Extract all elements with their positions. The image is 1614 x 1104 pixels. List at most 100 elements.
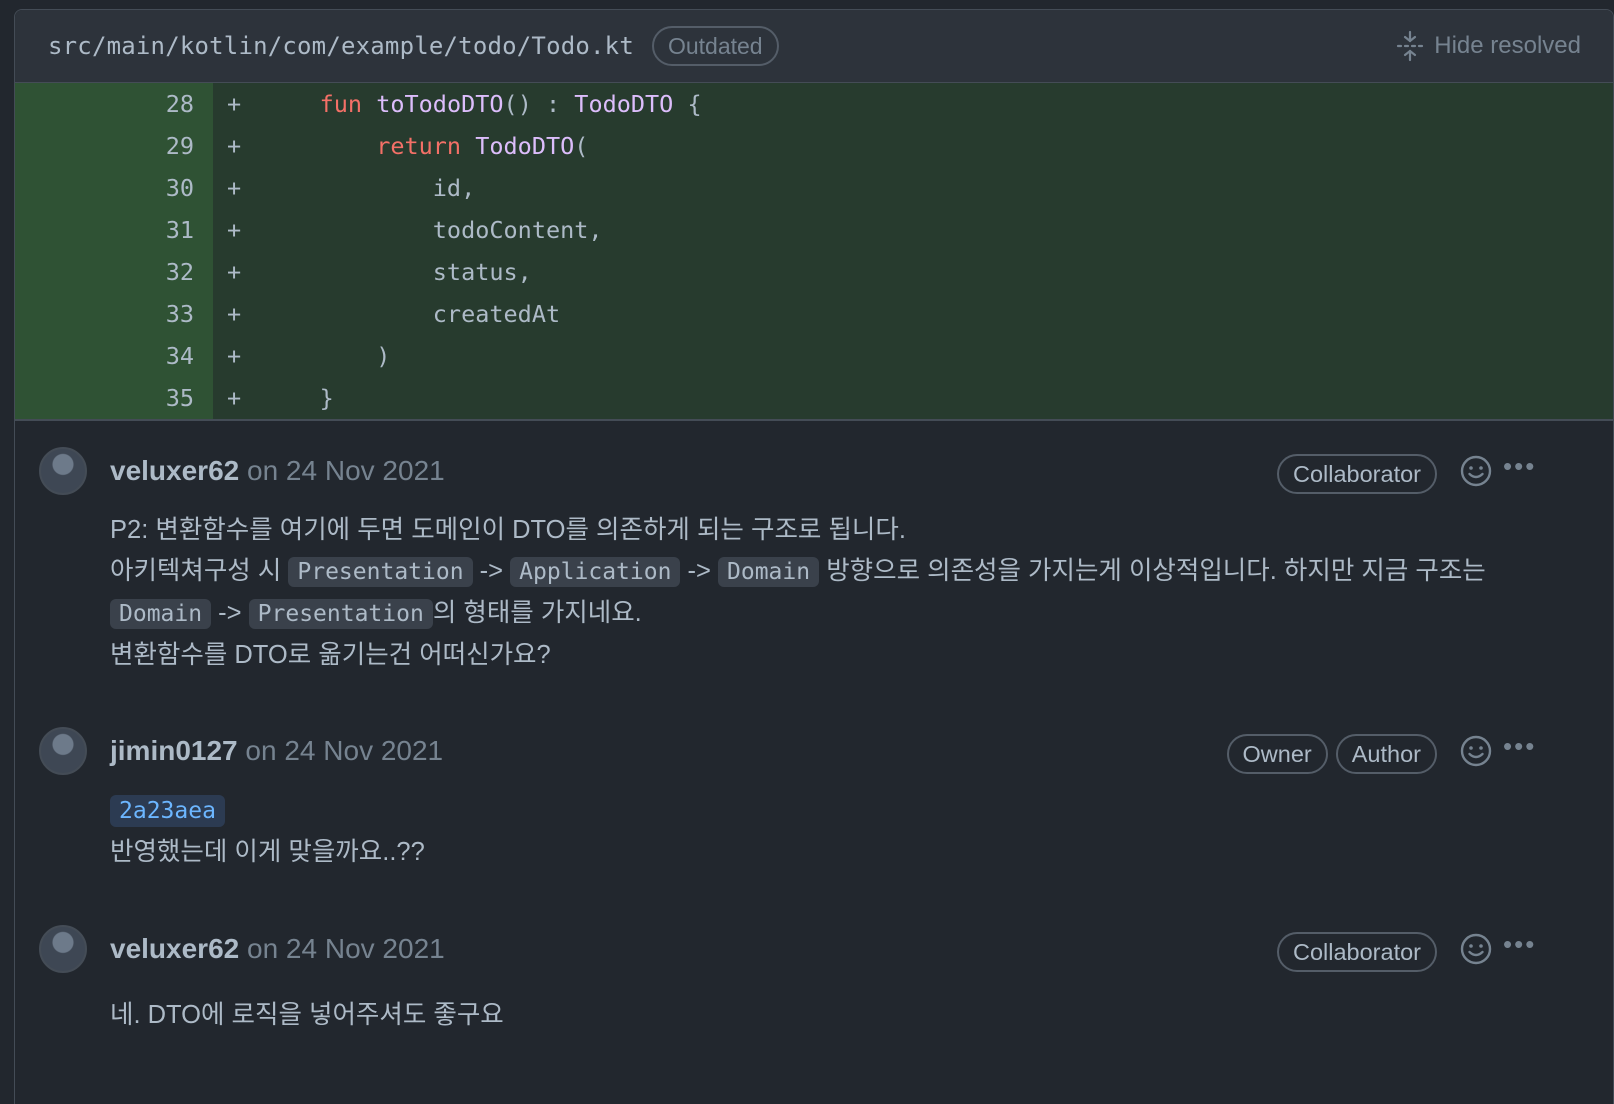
arrow-text: -> [472, 557, 511, 585]
diff-sign: + [227, 300, 242, 328]
comment-date[interactable]: on 24 Nov 2021 [247, 455, 445, 486]
diff-sign: + [227, 90, 242, 118]
comment-line: 아키텍쳐구성 시 Presentation -> Application -> … [110, 551, 1486, 593]
review-thread-panel: src/main/kotlin/com/example/todo/Todo.kt… [14, 9, 1614, 1104]
diff-hunk: 28 + fun toTodoDTO() : TodoDTO { 29 + re… [15, 83, 1613, 419]
code-line: ) [263, 342, 390, 370]
diff-line: 28 + fun toTodoDTO() : TodoDTO { [15, 83, 1613, 125]
code-text: createdAt [432, 300, 561, 328]
code-line: createdAt [263, 300, 560, 328]
comment-line: 반영했는데 이게 맞을까요..?? [110, 838, 425, 866]
comment-body: 2a23aea 반영했는데 이게 맞을까요..?? [110, 790, 425, 873]
diff-sign: + [227, 258, 242, 286]
comment-date[interactable]: on 24 Nov 2021 [245, 735, 443, 766]
collaborator-badge: Collaborator [1276, 454, 1437, 494]
comment-author[interactable]: jimin0127 [110, 735, 238, 766]
line-number[interactable]: 33 [15, 293, 213, 335]
owner-badge: Owner [1226, 734, 1328, 774]
code-text: } [319, 384, 334, 412]
inline-code: Application [510, 557, 681, 587]
code-text: { [673, 90, 702, 118]
line-number[interactable]: 32 [15, 251, 213, 293]
comment-line: P2: 변환함수를 여기에 두면 도메인이 DTO를 의존하게 되는 구조로 됩… [110, 516, 906, 544]
code-function: toTodoDTO [376, 90, 504, 118]
arrow-text: -> [680, 557, 719, 585]
comment-line: Domain -> Presentation 의 형태를 가지네요. [110, 593, 1486, 635]
line-number[interactable]: 34 [15, 335, 213, 377]
code-line: status, [263, 258, 532, 286]
comment-text: 의 형태를 가지네요. [432, 599, 642, 627]
badge-group: Collaborator [1276, 454, 1437, 494]
kebab-horizontal-icon[interactable]: ••• [1503, 733, 1539, 765]
badge-group: Collaborator [1276, 932, 1437, 972]
kebab-horizontal-icon[interactable]: ••• [1503, 931, 1539, 963]
code-text: id, [432, 174, 476, 202]
diff-line: 33 + createdAt [15, 293, 1613, 335]
comment-text: 방향으로 의존성을 가지는게 이상적입니다. 하지만 지금 구조는 [819, 557, 1486, 585]
unfold-icon [1397, 30, 1424, 62]
code-text: ) [376, 342, 391, 370]
avatar[interactable] [39, 925, 87, 973]
code-line: return TodoDTO( [263, 132, 588, 160]
inline-code: Domain [718, 557, 820, 587]
diff-line: 34 + ) [15, 335, 1613, 377]
diff-line: 35 + } [15, 377, 1613, 419]
arrow-text: -> [211, 599, 249, 627]
code-line: fun toTodoDTO() : TodoDTO { [263, 90, 702, 118]
author-badge: Author [1335, 734, 1437, 774]
smiley-icon[interactable] [1459, 454, 1493, 488]
hide-resolved-button[interactable]: Hide resolved [1396, 30, 1581, 62]
comment-date[interactable]: on 24 Nov 2021 [247, 933, 445, 964]
line-number[interactable]: 29 [15, 125, 213, 167]
badge-group: Owner Author [1226, 734, 1437, 774]
avatar[interactable] [39, 727, 87, 775]
code-type: TodoDTO [574, 90, 674, 118]
diff-line: 31 + todoContent, [15, 209, 1613, 251]
comment-line: 변환함수를 DTO로 옮기는건 어떠신가요? [110, 641, 551, 669]
diff-sign: + [227, 384, 242, 412]
code-text: todoContent, [432, 216, 603, 244]
comment-author[interactable]: veluxer62 [110, 455, 239, 486]
code-keyword: fun [319, 90, 363, 118]
diff-line: 32 + status, [15, 251, 1613, 293]
code-line: } [263, 384, 334, 412]
comment-body: 네. DTO에 로직을 넣어주셔도 좋구요 [110, 995, 504, 1036]
line-number[interactable]: 28 [15, 83, 213, 125]
code-text: ( [574, 132, 589, 160]
code-text: status, [432, 258, 532, 286]
code-function: TodoDTO [475, 132, 575, 160]
comment-header: veluxer62 on 24 Nov 2021 [110, 933, 445, 965]
collaborator-badge: Collaborator [1276, 932, 1437, 972]
comment-text: 아키텍쳐구성 시 [110, 557, 289, 585]
diff-sign: + [227, 342, 242, 370]
file-header: src/main/kotlin/com/example/todo/Todo.kt… [15, 10, 1613, 83]
line-number[interactable]: 30 [15, 167, 213, 209]
inline-code: Presentation [248, 599, 433, 629]
outdated-badge: Outdated [651, 26, 779, 66]
kebab-horizontal-icon[interactable]: ••• [1503, 453, 1539, 485]
inline-code: Domain [110, 599, 212, 629]
code-keyword: return [376, 132, 462, 160]
comment-body: P2: 변환함수를 여기에 두면 도메인이 DTO를 의존하게 되는 구조로 됩… [110, 510, 1486, 676]
diff-sign: + [227, 216, 242, 244]
diff-sign: + [227, 174, 242, 202]
comment-line: 네. DTO에 로직을 넣어주셔도 좋구요 [110, 1001, 504, 1029]
comment-header: jimin0127 on 24 Nov 2021 [110, 735, 443, 767]
code-text: () : [503, 90, 575, 118]
hide-resolved-label: Hide resolved [1434, 32, 1581, 59]
line-number[interactable]: 31 [15, 209, 213, 251]
avatar[interactable] [39, 447, 87, 495]
comment-line: 2a23aea [110, 790, 425, 832]
line-number[interactable]: 35 [15, 377, 213, 419]
code-line: id, [263, 174, 475, 202]
comment-author[interactable]: veluxer62 [110, 933, 239, 964]
diff-line: 29 + return TodoDTO( [15, 125, 1613, 167]
inline-code: Presentation [288, 557, 473, 587]
file-path[interactable]: src/main/kotlin/com/example/todo/Todo.kt [48, 32, 634, 60]
commit-link[interactable]: 2a23aea [110, 795, 225, 827]
diff-sign: + [227, 132, 242, 160]
code-line: todoContent, [263, 216, 603, 244]
smiley-icon[interactable] [1459, 734, 1493, 768]
divider [15, 419, 1613, 421]
smiley-icon[interactable] [1459, 932, 1493, 966]
